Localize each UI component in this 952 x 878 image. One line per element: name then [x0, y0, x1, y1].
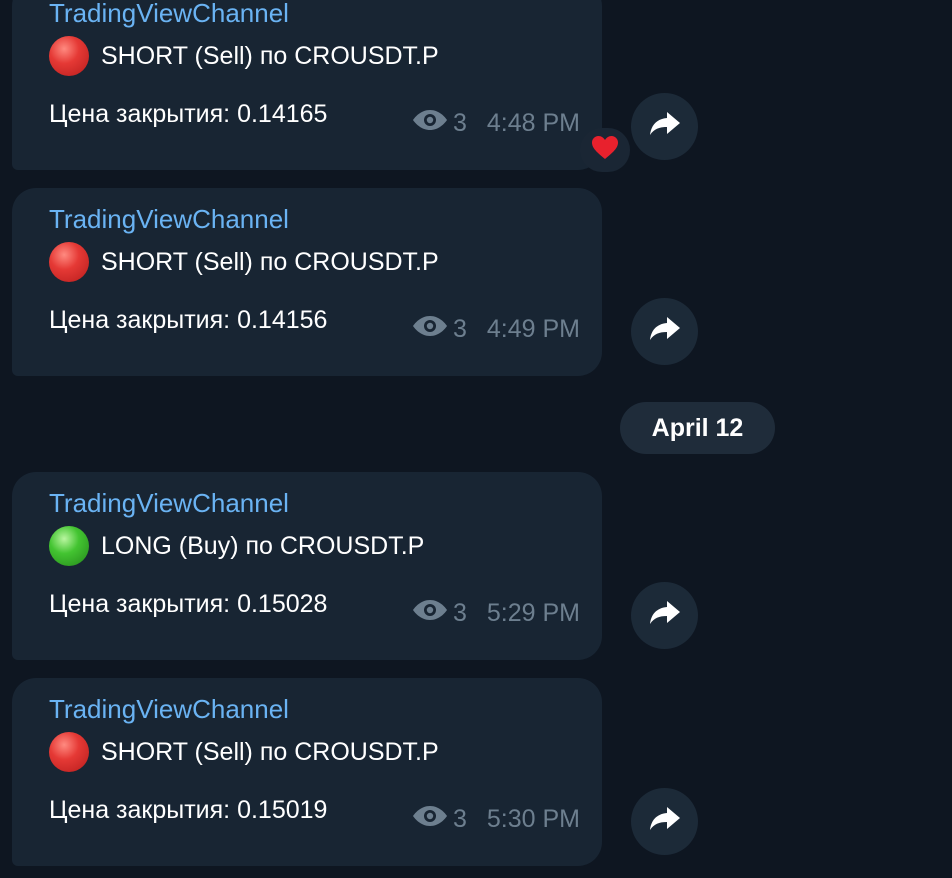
signal-line: SHORT (Sell) по CROUSDT.P	[49, 36, 439, 76]
red-circle-icon	[49, 36, 89, 76]
signal-line: LONG (Buy) по CROUSDT.P	[49, 526, 424, 566]
close-price-text: Цена закрытия: 0.14165	[49, 100, 328, 128]
heart-icon	[591, 135, 619, 166]
signal-text: SHORT (Sell) по CROUSDT.P	[101, 737, 439, 766]
date-separator: April 12	[620, 402, 775, 454]
views-count: 3	[452, 805, 467, 833]
message-bubble[interactable]: TradingViewChannel LONG (Buy) по CROUSDT…	[12, 472, 602, 660]
sender-name[interactable]: TradingViewChannel	[49, 488, 289, 519]
close-price-text: Цена закрытия: 0.15019	[49, 796, 328, 824]
share-button[interactable]	[631, 788, 698, 855]
views-count: 3	[452, 109, 467, 137]
red-circle-icon	[49, 732, 89, 772]
share-button[interactable]	[631, 93, 698, 160]
message-meta: 3 5:30 PM	[411, 804, 580, 835]
signal-line: SHORT (Sell) по CROUSDT.P	[49, 732, 439, 772]
signal-text: LONG (Buy) по CROUSDT.P	[101, 531, 425, 560]
message-bubble[interactable]: TradingViewChannel SHORT (Sell) по CROUS…	[12, 0, 602, 170]
eye-icon	[411, 108, 449, 139]
close-price-text: Цена закрытия: 0.14156	[49, 306, 328, 334]
eye-icon	[411, 598, 449, 629]
views-count: 3	[452, 599, 467, 627]
eye-icon	[411, 314, 449, 345]
close-price-text: Цена закрытия: 0.15028	[49, 590, 328, 618]
message-time: 5:30 PM	[486, 805, 580, 833]
signal-text: SHORT (Sell) по CROUSDT.P	[101, 41, 439, 70]
message-time: 4:48 PM	[486, 109, 580, 137]
share-arrow-icon	[648, 599, 682, 632]
share-arrow-icon	[648, 110, 682, 143]
sender-name[interactable]: TradingViewChannel	[49, 0, 289, 29]
green-circle-icon	[49, 526, 89, 566]
red-circle-icon	[49, 242, 89, 282]
eye-icon	[411, 804, 449, 835]
heart-reaction[interactable]	[580, 128, 630, 172]
message-bubble[interactable]: TradingViewChannel SHORT (Sell) по CROUS…	[12, 188, 602, 376]
message-meta: 3 5:29 PM	[411, 598, 580, 629]
share-button[interactable]	[631, 582, 698, 649]
sender-name[interactable]: TradingViewChannel	[49, 204, 289, 235]
message-meta: 3 4:48 PM	[411, 108, 580, 139]
signal-text: SHORT (Sell) по CROUSDT.P	[101, 247, 439, 276]
message-time: 5:29 PM	[486, 599, 580, 627]
share-button[interactable]	[631, 298, 698, 365]
message-time: 4:49 PM	[486, 315, 580, 343]
message-meta: 3 4:49 PM	[411, 314, 580, 345]
sender-name[interactable]: TradingViewChannel	[49, 694, 289, 725]
chat-history[interactable]: TradingViewChannel SHORT (Sell) по CROUS…	[0, 0, 952, 878]
views-count: 3	[452, 315, 467, 343]
message-bubble[interactable]: TradingViewChannel SHORT (Sell) по CROUS…	[12, 678, 602, 866]
signal-line: SHORT (Sell) по CROUSDT.P	[49, 242, 439, 282]
share-arrow-icon	[648, 315, 682, 348]
share-arrow-icon	[648, 805, 682, 838]
